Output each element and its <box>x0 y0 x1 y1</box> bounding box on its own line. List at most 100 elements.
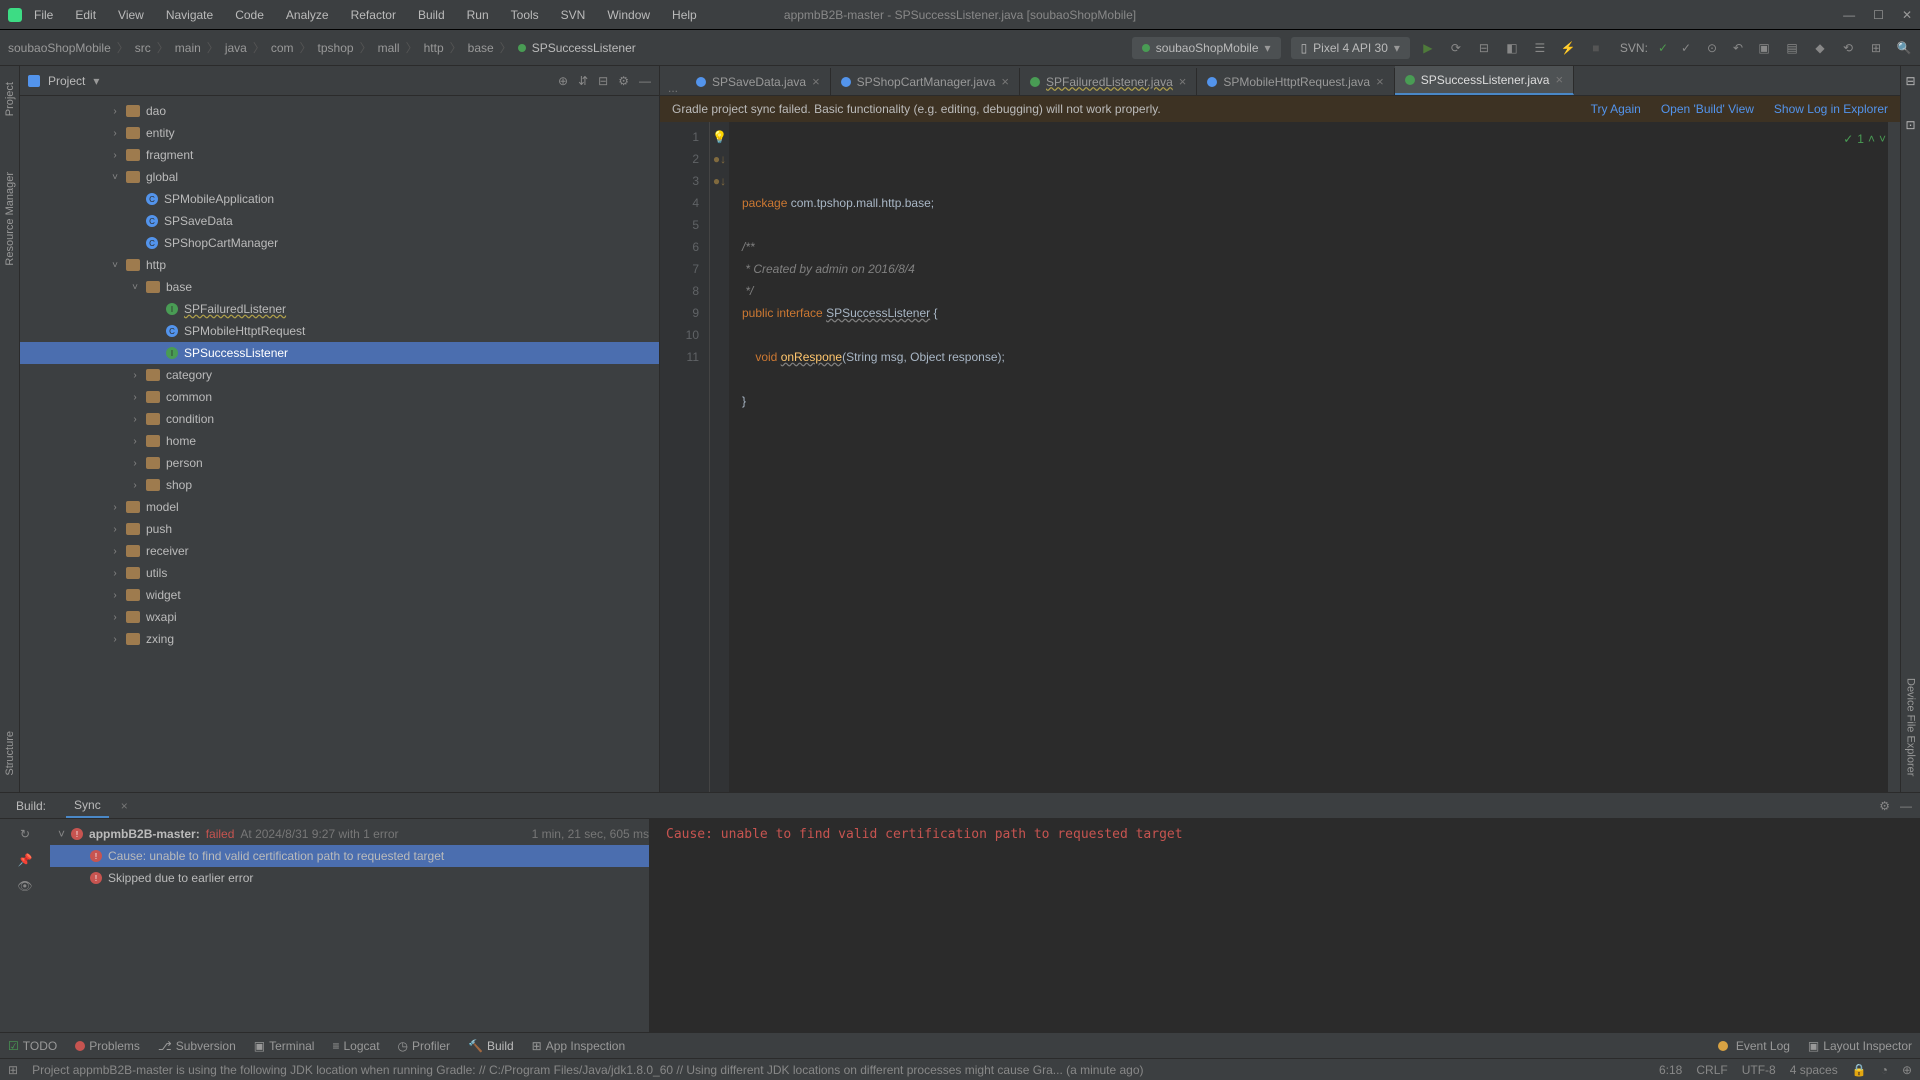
search-everywhere-button[interactable]: 🔍 <box>1896 40 1912 56</box>
menu-analyze[interactable]: Analyze <box>282 6 333 24</box>
tree-row-spsuccesslistener[interactable]: ISPSuccessListener <box>20 342 659 364</box>
line-separator[interactable]: CRLF <box>1696 1063 1727 1077</box>
select-opened-file-button[interactable]: ⊕ <box>558 74 568 88</box>
stop-button[interactable]: ■ <box>1588 40 1604 56</box>
build-tab-build[interactable]: Build: <box>8 795 54 817</box>
panel-settings-button[interactable]: ⚙ <box>618 74 629 88</box>
project-structure-button[interactable]: ⊞ <box>1868 40 1884 56</box>
resource-manager-tool-button[interactable]: Resource Manager <box>4 164 16 274</box>
chevron-icon[interactable]: › <box>130 458 140 469</box>
project-panel-title[interactable]: Project <box>48 74 85 88</box>
tree-row-global[interactable]: ˅global <box>20 166 659 188</box>
chevron-icon[interactable]: ˅ <box>110 260 120 271</box>
editor-tabs-prev[interactable]: ... <box>660 81 686 95</box>
chevron-icon[interactable]: › <box>110 502 120 513</box>
resource-manager-button[interactable]: ◆ <box>1812 40 1828 56</box>
chevron-icon[interactable]: › <box>110 128 120 139</box>
sdk-manager-button[interactable]: ▤ <box>1784 40 1800 56</box>
close-tab-icon[interactable]: × <box>1376 74 1384 89</box>
chevron-icon[interactable]: › <box>130 480 140 491</box>
status-icon[interactable]: ⊞ <box>8 1063 18 1077</box>
chevron-icon[interactable]: ˅ <box>110 172 120 183</box>
breadcrumb-segment[interactable]: tpshop <box>318 41 354 55</box>
chevron-icon[interactable]: › <box>110 546 120 557</box>
menu-edit[interactable]: Edit <box>71 6 100 24</box>
tree-row-common[interactable]: ›common <box>20 386 659 408</box>
tree-row-spshopcartmanager[interactable]: CSPShopCartManager <box>20 232 659 254</box>
expand-all-button[interactable]: ⇵ <box>578 74 588 88</box>
chevron-up-icon[interactable]: ˄ <box>1868 128 1875 150</box>
menu-run[interactable]: Run <box>463 6 493 24</box>
editor-tab-spsuccesslistener-java[interactable]: SPSuccessListener.java× <box>1395 66 1574 95</box>
profiler-tool-button[interactable]: ◷ Profiler <box>398 1039 451 1053</box>
breadcrumb-segment[interactable]: com <box>271 41 294 55</box>
tree-row-condition[interactable]: ›condition <box>20 408 659 430</box>
menu-help[interactable]: Help <box>668 6 701 24</box>
notifications-button[interactable]: ⊟ <box>1905 74 1915 88</box>
tree-row-entity[interactable]: ›entity <box>20 122 659 144</box>
open-build-view-link[interactable]: Open 'Build' View <box>1661 102 1754 116</box>
hide-panel-button[interactable]: — <box>639 74 651 88</box>
tree-row-spfailuredlistener[interactable]: ISPFailuredListener <box>20 298 659 320</box>
breadcrumb-segment[interactable]: SPSuccessListener <box>532 41 636 55</box>
vcs-history-button[interactable]: ⊙ <box>1704 40 1720 56</box>
attach-debugger-button[interactable]: ☰ <box>1532 40 1548 56</box>
pin-build-button[interactable]: 📌 <box>18 853 33 867</box>
editor-tab-spmobilehttptrequest-java[interactable]: SPMobileHttptRequest.java× <box>1197 68 1394 95</box>
file-encoding[interactable]: UTF-8 <box>1742 1063 1776 1077</box>
menu-navigate[interactable]: Navigate <box>162 6 217 24</box>
debug-button[interactable]: ⟳ <box>1448 40 1464 56</box>
breadcrumb-segment[interactable]: main <box>175 41 201 55</box>
tree-row-spmobilehttptrequest[interactable]: CSPMobileHttptRequest <box>20 320 659 342</box>
menu-build[interactable]: Build <box>414 6 449 24</box>
problems-tool-button[interactable]: Problems <box>75 1039 140 1053</box>
breadcrumb-segment[interactable]: base <box>468 41 494 55</box>
build-root-row[interactable]: ˅ ! appmbB2B-master: failed At 2024/8/31… <box>50 823 649 845</box>
build-panel-settings-button[interactable]: ⚙ <box>1879 799 1890 813</box>
collapse-all-button[interactable]: ⊟ <box>598 74 608 88</box>
tree-row-wxapi[interactable]: ›wxapi <box>20 606 659 628</box>
vcs-commit-button[interactable]: ✓ <box>1678 40 1694 56</box>
chevron-icon[interactable]: › <box>110 634 120 645</box>
database-button[interactable]: ⊡ <box>1905 118 1915 132</box>
build-error-row[interactable]: ! Cause: unable to find valid certificat… <box>50 845 649 867</box>
breadcrumb-segment[interactable]: soubaoShopMobile <box>8 41 111 55</box>
logcat-tool-button[interactable]: ≡ Logcat <box>332 1039 379 1053</box>
build-output[interactable]: Cause: unable to find valid certificatio… <box>650 819 1920 1032</box>
close-tab-icon[interactable]: × <box>121 799 128 813</box>
menu-code[interactable]: Code <box>231 6 268 24</box>
tree-row-person[interactable]: ›person <box>20 452 659 474</box>
editor-tab-spfailuredlistener-java[interactable]: SPFailuredListener.java× <box>1020 68 1197 95</box>
build-tree[interactable]: ˅ ! appmbB2B-master: failed At 2024/8/31… <box>50 819 650 1032</box>
avd-manager-button[interactable]: ▣ <box>1756 40 1772 56</box>
breadcrumb-segment[interactable]: http <box>424 41 444 55</box>
run-config-selector[interactable]: soubaoShopMobile ▾ <box>1132 37 1281 59</box>
error-stripe[interactable] <box>1888 122 1900 792</box>
tree-row-zxing[interactable]: ›zxing <box>20 628 659 650</box>
cursor-position[interactable]: 6:18 <box>1659 1063 1682 1077</box>
chevron-icon[interactable]: › <box>130 414 140 425</box>
project-tool-button[interactable]: Project <box>4 74 16 124</box>
tree-row-push[interactable]: ›push <box>20 518 659 540</box>
ide-settings-icon[interactable]: ⊕ <box>1902 1063 1912 1077</box>
profile-button[interactable]: ◧ <box>1504 40 1520 56</box>
editor-tab-spsavedata-java[interactable]: SPSaveData.java× <box>686 68 831 95</box>
chevron-icon[interactable]: › <box>130 370 140 381</box>
indent-info[interactable]: 4 spaces <box>1790 1063 1838 1077</box>
filter-build-button[interactable]: 👁 <box>17 879 32 893</box>
chevron-down-icon[interactable]: ▾ <box>93 74 99 88</box>
layout-inspector-button[interactable]: ▣ Layout Inspector <box>1808 1039 1912 1053</box>
menu-tools[interactable]: Tools <box>507 6 543 24</box>
chevron-icon[interactable]: › <box>110 590 120 601</box>
tree-row-utils[interactable]: ›utils <box>20 562 659 584</box>
breadcrumb-segment[interactable]: src <box>135 41 151 55</box>
tree-row-spmobileapplication[interactable]: CSPMobileApplication <box>20 188 659 210</box>
close-tab-icon[interactable]: × <box>1001 74 1009 89</box>
apply-changes-button[interactable]: ⚡ <box>1560 40 1576 56</box>
problems-indicator[interactable]: ✓ 1 ˄ ˅ <box>1843 128 1886 150</box>
tree-row-spsavedata[interactable]: CSPSaveData <box>20 210 659 232</box>
subversion-tool-button[interactable]: ⎇ Subversion <box>158 1039 236 1053</box>
chevron-icon[interactable]: › <box>110 568 120 579</box>
build-skipped-row[interactable]: ! Skipped due to earlier error <box>50 867 649 889</box>
editor-tab-spshopcartmanager-java[interactable]: SPShopCartManager.java× <box>831 68 1020 95</box>
